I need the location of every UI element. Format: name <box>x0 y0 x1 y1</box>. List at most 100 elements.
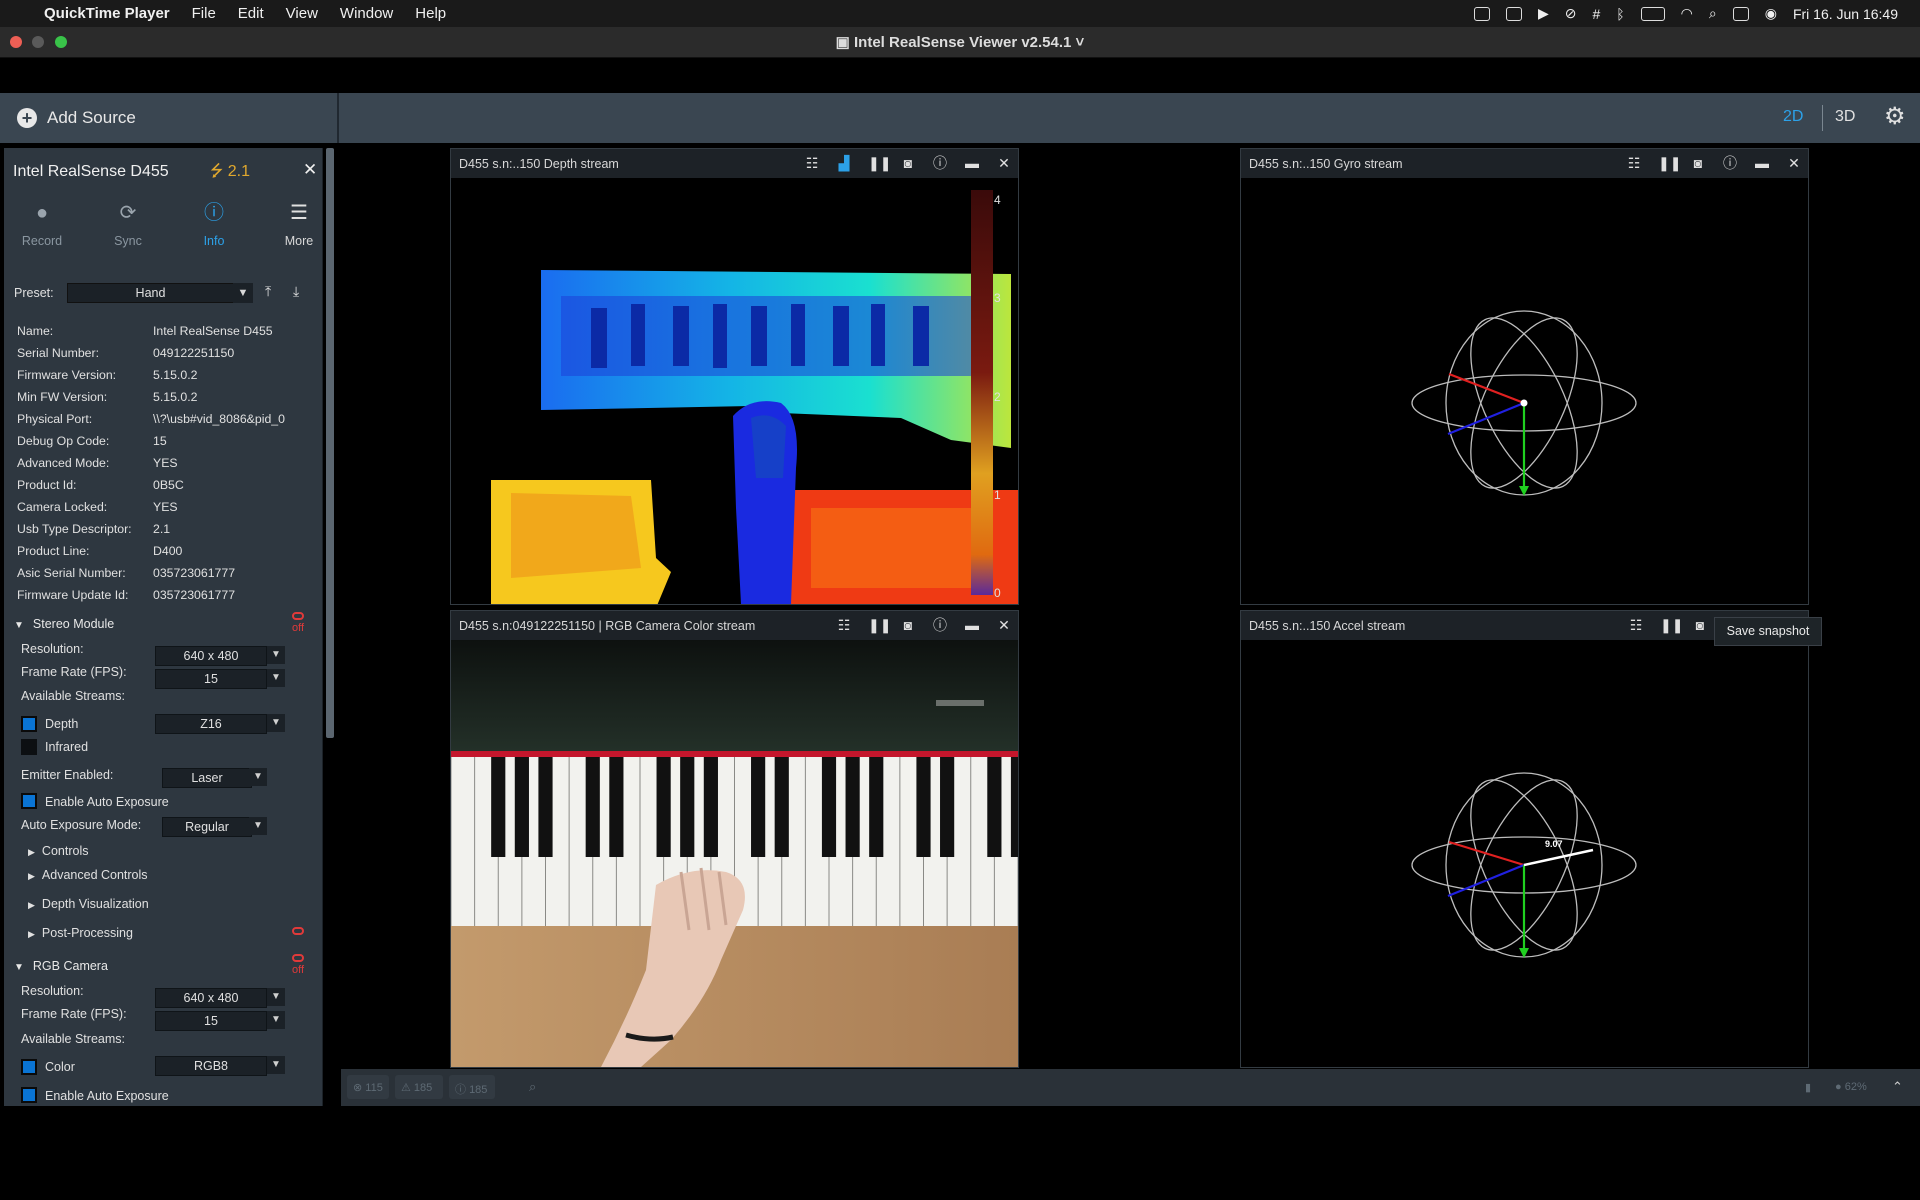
info-icon[interactable]: ⓘ <box>932 155 948 171</box>
more-button[interactable]: ☰ More <box>269 202 322 248</box>
control-center-icon[interactable] <box>1732 6 1749 21</box>
stereo-module-toggle[interactable]: off <box>292 612 304 634</box>
options-icon[interactable]: ☷ <box>1626 155 1642 171</box>
bluetooth-icon[interactable]: ᛒ <box>1616 6 1624 22</box>
color-checkbox[interactable] <box>21 1059 37 1075</box>
search-icon[interactable]: ⌕ <box>529 1079 536 1095</box>
menubar-datetime[interactable]: Fri 16. Jun 16:49 <box>1793 6 1898 22</box>
info-icon[interactable]: ⓘ <box>1722 155 1738 171</box>
depth-visualization-section[interactable]: ▶ Depth Visualization <box>28 897 149 911</box>
info-button[interactable]: ⓘ Info <box>184 202 244 248</box>
depth-format-select[interactable]: Z16 <box>155 714 267 734</box>
rgb-camera-header[interactable]: ▼ RGB Camera <box>14 959 108 973</box>
chevron-down-icon[interactable]: ▼ <box>249 817 267 835</box>
emitter-select[interactable]: Laser <box>162 768 252 788</box>
menu-file[interactable]: File <box>192 5 216 22</box>
siri-icon[interactable]: ◉ <box>1765 5 1777 22</box>
info-key: Product Line: <box>17 544 90 558</box>
preset-dropdown-arrow[interactable]: ▼ <box>233 283 253 303</box>
view-3d-button[interactable]: 3D <box>1835 108 1855 126</box>
stereo-resolution-select[interactable]: 640 x 480 <box>155 646 267 666</box>
chevron-up-icon[interactable]: ⌃ <box>1892 1079 1903 1095</box>
chevron-down-icon[interactable]: ▼ <box>267 988 285 1006</box>
view-2d-button[interactable]: 2D <box>1783 108 1803 126</box>
infrared-checkbox[interactable] <box>21 739 37 755</box>
post-processing-toggle[interactable] <box>292 927 304 938</box>
close-icon[interactable]: ✕ <box>996 617 1012 633</box>
battery-icon[interactable] <box>1640 6 1665 21</box>
info-key: Min FW Version: <box>17 390 108 404</box>
sync-button[interactable]: ⟳ Sync <box>98 202 158 248</box>
options-icon[interactable]: ☷ <box>836 617 852 633</box>
chevron-down-icon[interactable]: ▼ <box>249 768 267 786</box>
stereo-auto-exposure-checkbox[interactable] <box>21 793 37 809</box>
ae-mode-select[interactable]: Regular <box>162 817 252 837</box>
advanced-controls-section[interactable]: ▶ Advanced Controls <box>28 868 148 882</box>
minimize-icon[interactable]: ▬ <box>964 617 980 633</box>
rgb-camera-toggle[interactable]: off <box>292 954 304 976</box>
chevron-down-icon[interactable]: ▼ <box>267 669 285 687</box>
info-value: 035723061777 <box>153 588 236 602</box>
pause-icon[interactable]: ❚❚ <box>1660 617 1683 633</box>
menu-view[interactable]: View <box>286 5 318 22</box>
options-icon[interactable]: ☷ <box>1628 617 1644 633</box>
screen-mirror-icon[interactable] <box>1505 6 1522 21</box>
stereo-fps-select[interactable]: 15 <box>155 669 267 689</box>
info-count[interactable]: ⓘ 185 <box>455 1081 487 1097</box>
upload-icon[interactable]: ⤒ <box>265 283 271 300</box>
close-icon[interactable]: ✕ <box>996 155 1012 171</box>
pause-icon[interactable]: ❚❚ <box>868 155 891 171</box>
close-icon[interactable]: ✕ <box>1786 155 1802 171</box>
chevron-down-icon[interactable]: ▼ <box>267 1011 285 1029</box>
mute-icon[interactable]: ⊘ <box>1565 5 1577 22</box>
camera-icon[interactable]: ◙ <box>900 617 916 633</box>
chevron-down-icon[interactable]: ▼ <box>267 646 285 664</box>
options-icon[interactable]: ☷ <box>804 155 820 171</box>
play-icon[interactable]: ▶ <box>1538 5 1549 22</box>
chevron-down-icon[interactable]: ▼ <box>267 1056 285 1074</box>
info-icon[interactable]: ⓘ <box>932 617 948 633</box>
record-button[interactable]: ● Record <box>12 202 72 248</box>
preset-select[interactable]: Hand <box>67 283 234 303</box>
error-count[interactable]: ⊗ 115 <box>353 1081 383 1094</box>
controls-section[interactable]: ▶ Controls <box>28 844 88 858</box>
drive-icon[interactable] <box>1473 6 1490 21</box>
search-icon[interactable]: ⌕ <box>1709 5 1717 22</box>
minimize-icon[interactable]: ▬ <box>1754 155 1770 171</box>
menu-window[interactable]: Window <box>340 5 393 22</box>
gear-icon[interactable]: ⚙ <box>1884 105 1906 129</box>
accel-sphere <box>1411 772 1637 958</box>
histogram-icon[interactable]: ▟ <box>836 155 852 171</box>
rgb-auto-exposure-checkbox[interactable] <box>21 1087 37 1103</box>
info-key: Serial Number: <box>17 346 100 360</box>
pause-icon[interactable]: ❚❚ <box>868 617 891 633</box>
wifi-icon[interactable]: ◠ <box>1681 5 1693 22</box>
download-icon[interactable]: ⤓ <box>293 283 299 300</box>
camera-icon[interactable]: ◙ <box>900 155 916 171</box>
stereo-module-header[interactable]: ▼ Stereo Module <box>14 617 114 631</box>
pause-icon[interactable]: ❚❚ <box>1658 155 1681 171</box>
warning-count[interactable]: ⚠ 185 <box>401 1081 432 1094</box>
chevron-down-icon[interactable]: ▼ <box>267 714 285 732</box>
menu-edit[interactable]: Edit <box>238 5 264 22</box>
camera-icon[interactable]: ◙ <box>1690 155 1706 171</box>
rgb-resolution-select[interactable]: 640 x 480 <box>155 988 267 1008</box>
sidebar-scrollbar[interactable] <box>326 148 334 738</box>
post-processing-section[interactable]: ▶ Post-Processing <box>28 926 133 940</box>
depth-checkbox[interactable] <box>21 716 37 732</box>
add-source-button[interactable]: + Add Source <box>0 93 339 143</box>
chevron-down-icon[interactable]: ˅ <box>1071 34 1085 51</box>
menu-help[interactable]: Help <box>415 5 446 22</box>
rgb-fps-select[interactable]: 15 <box>155 1011 267 1031</box>
error-icon: ⊗ <box>353 1082 366 1094</box>
close-device-button[interactable]: ✕ <box>303 160 317 180</box>
usb-icon: ⭍ <box>210 163 228 180</box>
menubar-app-name[interactable]: QuickTime Player <box>44 5 170 22</box>
info-row: Advanced Mode: YES <box>17 456 322 470</box>
trash-icon[interactable]: ▮ <box>1805 1081 1811 1094</box>
hashtag-icon[interactable]: # <box>1592 6 1600 22</box>
minimize-icon[interactable]: ▬ <box>964 155 980 171</box>
color-format-select[interactable]: RGB8 <box>155 1056 267 1076</box>
info-icon: ⓘ <box>204 202 224 224</box>
camera-icon[interactable]: ◙ <box>1692 617 1708 633</box>
